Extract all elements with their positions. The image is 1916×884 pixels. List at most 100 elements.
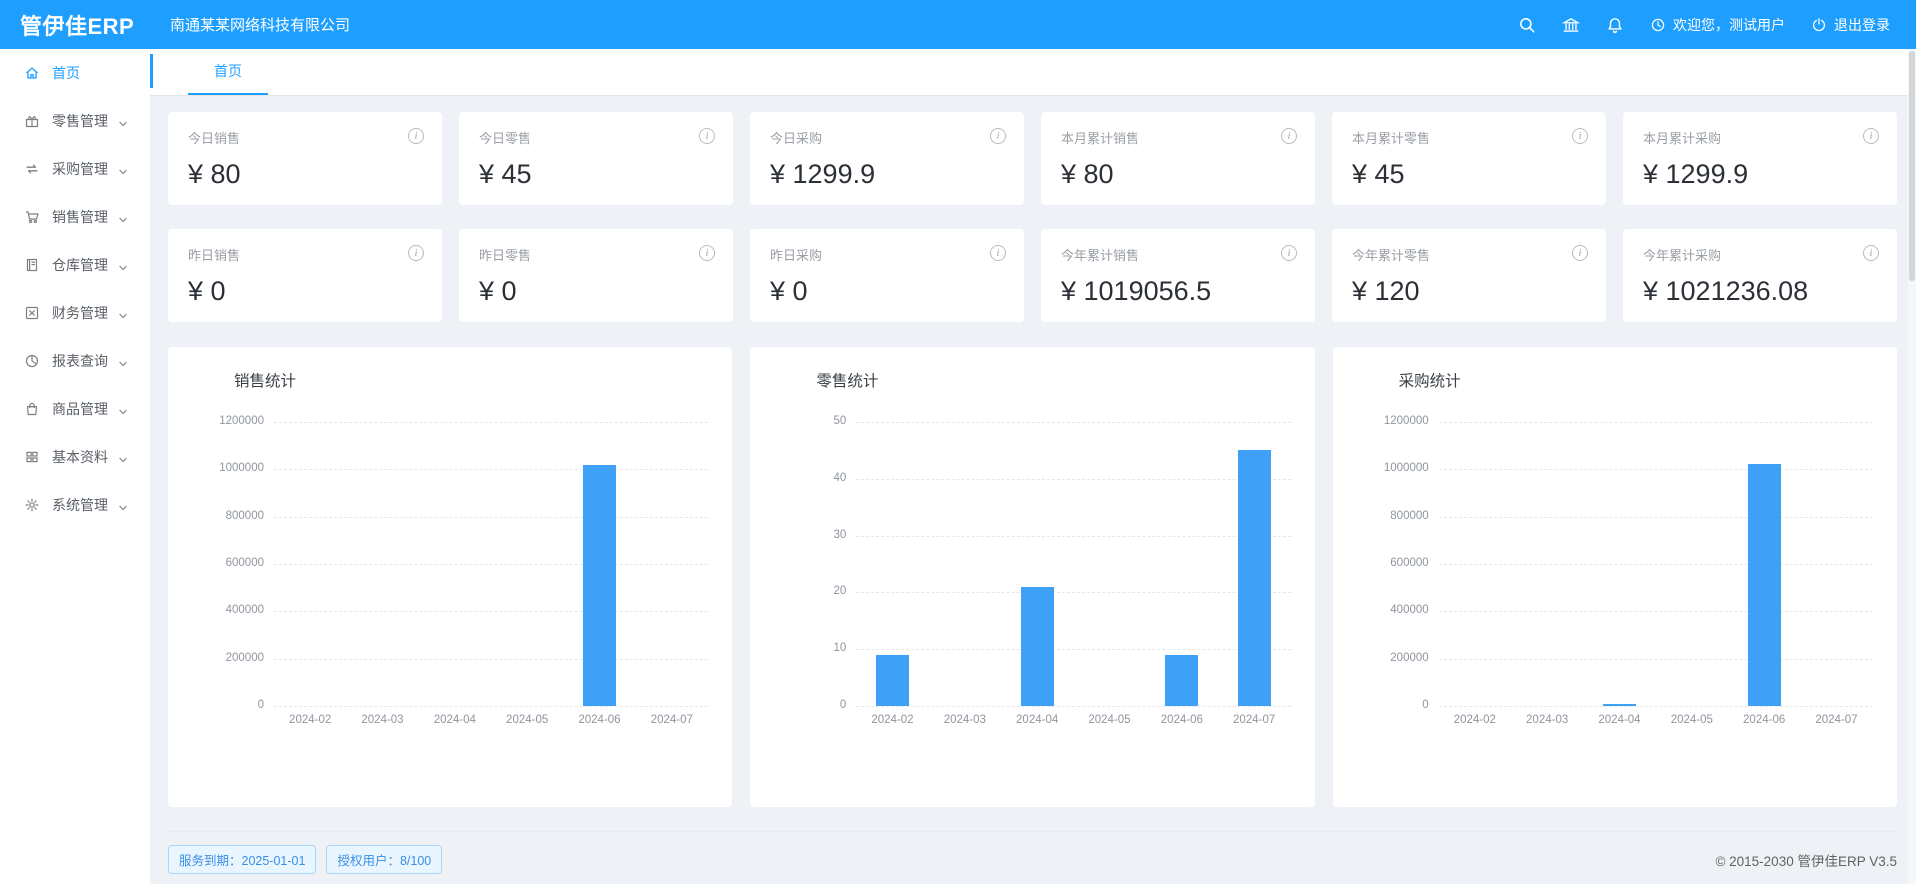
stat-card-value: ¥ 1299.9 — [770, 159, 1004, 190]
stat-card-value: ¥ 1021236.08 — [1643, 276, 1877, 307]
welcome-text: 欢迎您，测试用户 — [1673, 15, 1785, 35]
home-icon — [24, 65, 40, 81]
sidebar-item-finance[interactable]: 财务管理 — [0, 289, 150, 337]
logout-button[interactable]: 退出登录 — [1811, 15, 1890, 35]
search-icon[interactable] — [1518, 16, 1536, 34]
stat-card-value: ¥ 1299.9 — [1643, 159, 1877, 190]
stat-card-label: 今日采购 — [770, 128, 1004, 147]
chart-gridline — [856, 706, 1290, 707]
sidebar-item-purchase[interactable]: 采购管理 — [0, 145, 150, 193]
page-scrollbar[interactable] — [1908, 49, 1916, 884]
chevron-down-icon — [118, 212, 128, 222]
chart-gridline — [274, 422, 708, 423]
sidebar-item-goods[interactable]: 商品管理 — [0, 385, 150, 433]
bar — [1021, 587, 1054, 706]
stat-cards-row-2: 昨日销售i¥ 0昨日零售i¥ 0昨日采购i¥ 0今年累计销售i¥ 1019056… — [168, 229, 1897, 322]
user-menu[interactable]: 欢迎您，测试用户 — [1650, 15, 1785, 35]
chart-xtick-label: 2024-07 — [636, 714, 708, 726]
chart-gridline — [1439, 517, 1873, 518]
chart-xtick-label: 2024-02 — [856, 714, 928, 726]
chart-gridline — [856, 479, 1290, 480]
scrollbar-thumb[interactable] — [1909, 51, 1915, 281]
chart-ytick-label: 10 — [750, 642, 846, 654]
chart-xtick-label: 2024-07 — [1218, 714, 1290, 726]
info-icon[interactable]: i — [408, 245, 424, 261]
stat-card: 今日采购i ¥ 1299.9 — [750, 112, 1024, 205]
chevron-down-icon — [118, 260, 128, 270]
stat-card-label: 今年累计采购 — [1643, 245, 1877, 264]
chevron-down-icon — [118, 404, 128, 414]
chart-ytick-label: 50 — [750, 415, 846, 427]
chart-title: 零售统计 — [816, 369, 878, 391]
chart-card: 采购统计120000010000008000006000004000002000… — [1333, 347, 1897, 807]
sidebar-item-sales[interactable]: 销售管理 — [0, 193, 150, 241]
info-icon[interactable]: i — [1572, 128, 1588, 144]
bar — [583, 465, 616, 706]
sidebar-item-report[interactable]: 报表查询 — [0, 337, 150, 385]
content: 首页 今日销售i¥ 80今日零售i¥ 45今日采购i¥ 1299.9本月累计销售… — [150, 49, 1916, 884]
sidebar-item-label: 仓库管理 — [52, 255, 108, 275]
sidebar-item-warehouse[interactable]: 仓库管理 — [0, 241, 150, 289]
stat-card-label: 今日销售 — [188, 128, 422, 147]
chevron-down-icon — [118, 116, 128, 126]
chart-gridline — [274, 564, 708, 565]
chart-ytick-label: 200000 — [168, 652, 264, 664]
stat-card: 今年累计零售i¥ 120 — [1332, 229, 1606, 322]
info-icon[interactable]: i — [990, 245, 1006, 261]
sidebar-item-home[interactable]: 首页 — [0, 49, 150, 97]
sidebar-item-label: 销售管理 — [52, 207, 108, 227]
chart-ytick-label: 40 — [750, 472, 846, 484]
stat-card: 本月累计采购i¥ 1299.9 — [1623, 112, 1897, 205]
stat-card: 今年累计销售i¥ 1019056.5 — [1041, 229, 1315, 322]
header-actions: 欢迎您，测试用户 退出登录 — [1518, 15, 1916, 35]
tab-home[interactable]: 首页 — [188, 49, 268, 95]
chart-xtick-label: 2024-05 — [491, 714, 563, 726]
logout-icon — [1811, 17, 1827, 33]
chart-gridline — [856, 649, 1290, 650]
info-icon[interactable]: i — [1863, 128, 1879, 144]
stat-card-value: ¥ 1019056.5 — [1061, 276, 1295, 307]
chart-ytick-label: 0 — [750, 699, 846, 711]
charts-row: 销售统计120000010000008000006000004000002000… — [168, 347, 1897, 807]
chart-gridline — [1439, 611, 1873, 612]
chart-gridline — [1439, 659, 1873, 660]
stat-card-value: ¥ 80 — [1061, 159, 1295, 190]
sidebar-item-system[interactable]: 系统管理 — [0, 481, 150, 529]
bar — [1748, 464, 1781, 706]
bar — [1165, 655, 1198, 706]
sidebar-item-basedata[interactable]: 基本资料 — [0, 433, 150, 481]
info-icon[interactable]: i — [1863, 245, 1879, 261]
sidebar-item-label: 基本资料 — [52, 447, 108, 467]
bell-icon[interactable] — [1606, 16, 1624, 34]
stat-card: 本月累计销售i¥ 80 — [1041, 112, 1315, 205]
info-icon[interactable]: i — [699, 245, 715, 261]
stat-card: 今日销售i ¥ 80 — [168, 112, 442, 205]
info-icon[interactable]: i — [1281, 245, 1297, 261]
info-icon[interactable]: i — [990, 128, 1006, 144]
info-icon[interactable]: i — [1572, 245, 1588, 261]
sidebar: 首页零售管理采购管理销售管理仓库管理财务管理报表查询商品管理基本资料系统管理 — [0, 49, 150, 884]
chart-ytick-label: 0 — [168, 699, 264, 711]
sidebar-item-retail[interactable]: 零售管理 — [0, 97, 150, 145]
chart-ytick-label: 800000 — [168, 510, 264, 522]
system-icon — [24, 497, 40, 513]
chart-ytick-label: 1200000 — [168, 415, 264, 427]
chart-xtick-label: 2024-04 — [419, 714, 491, 726]
chart-ytick-label: 1000000 — [168, 462, 264, 474]
chevron-down-icon — [118, 308, 128, 318]
stat-card-value: ¥ 80 — [188, 159, 422, 190]
info-icon[interactable]: i — [408, 128, 424, 144]
chevron-down-icon — [118, 452, 128, 462]
stat-card-label: 今年累计零售 — [1352, 245, 1586, 264]
stat-card-value: ¥ 0 — [479, 276, 713, 307]
info-icon[interactable]: i — [1281, 128, 1297, 144]
stat-card: 今年累计采购i ¥ 1021236.08 — [1623, 229, 1897, 322]
sidebar-item-label: 首页 — [52, 63, 80, 83]
stat-card-value: ¥ 45 — [1352, 159, 1586, 190]
chart-xtick-label: 2024-07 — [1800, 714, 1872, 726]
bank-icon[interactable] — [1562, 16, 1580, 34]
chart-ytick-label: 600000 — [168, 557, 264, 569]
sidebar-item-label: 商品管理 — [52, 399, 108, 419]
chart-xtick-label: 2024-03 — [1511, 714, 1583, 726]
info-icon[interactable]: i — [699, 128, 715, 144]
